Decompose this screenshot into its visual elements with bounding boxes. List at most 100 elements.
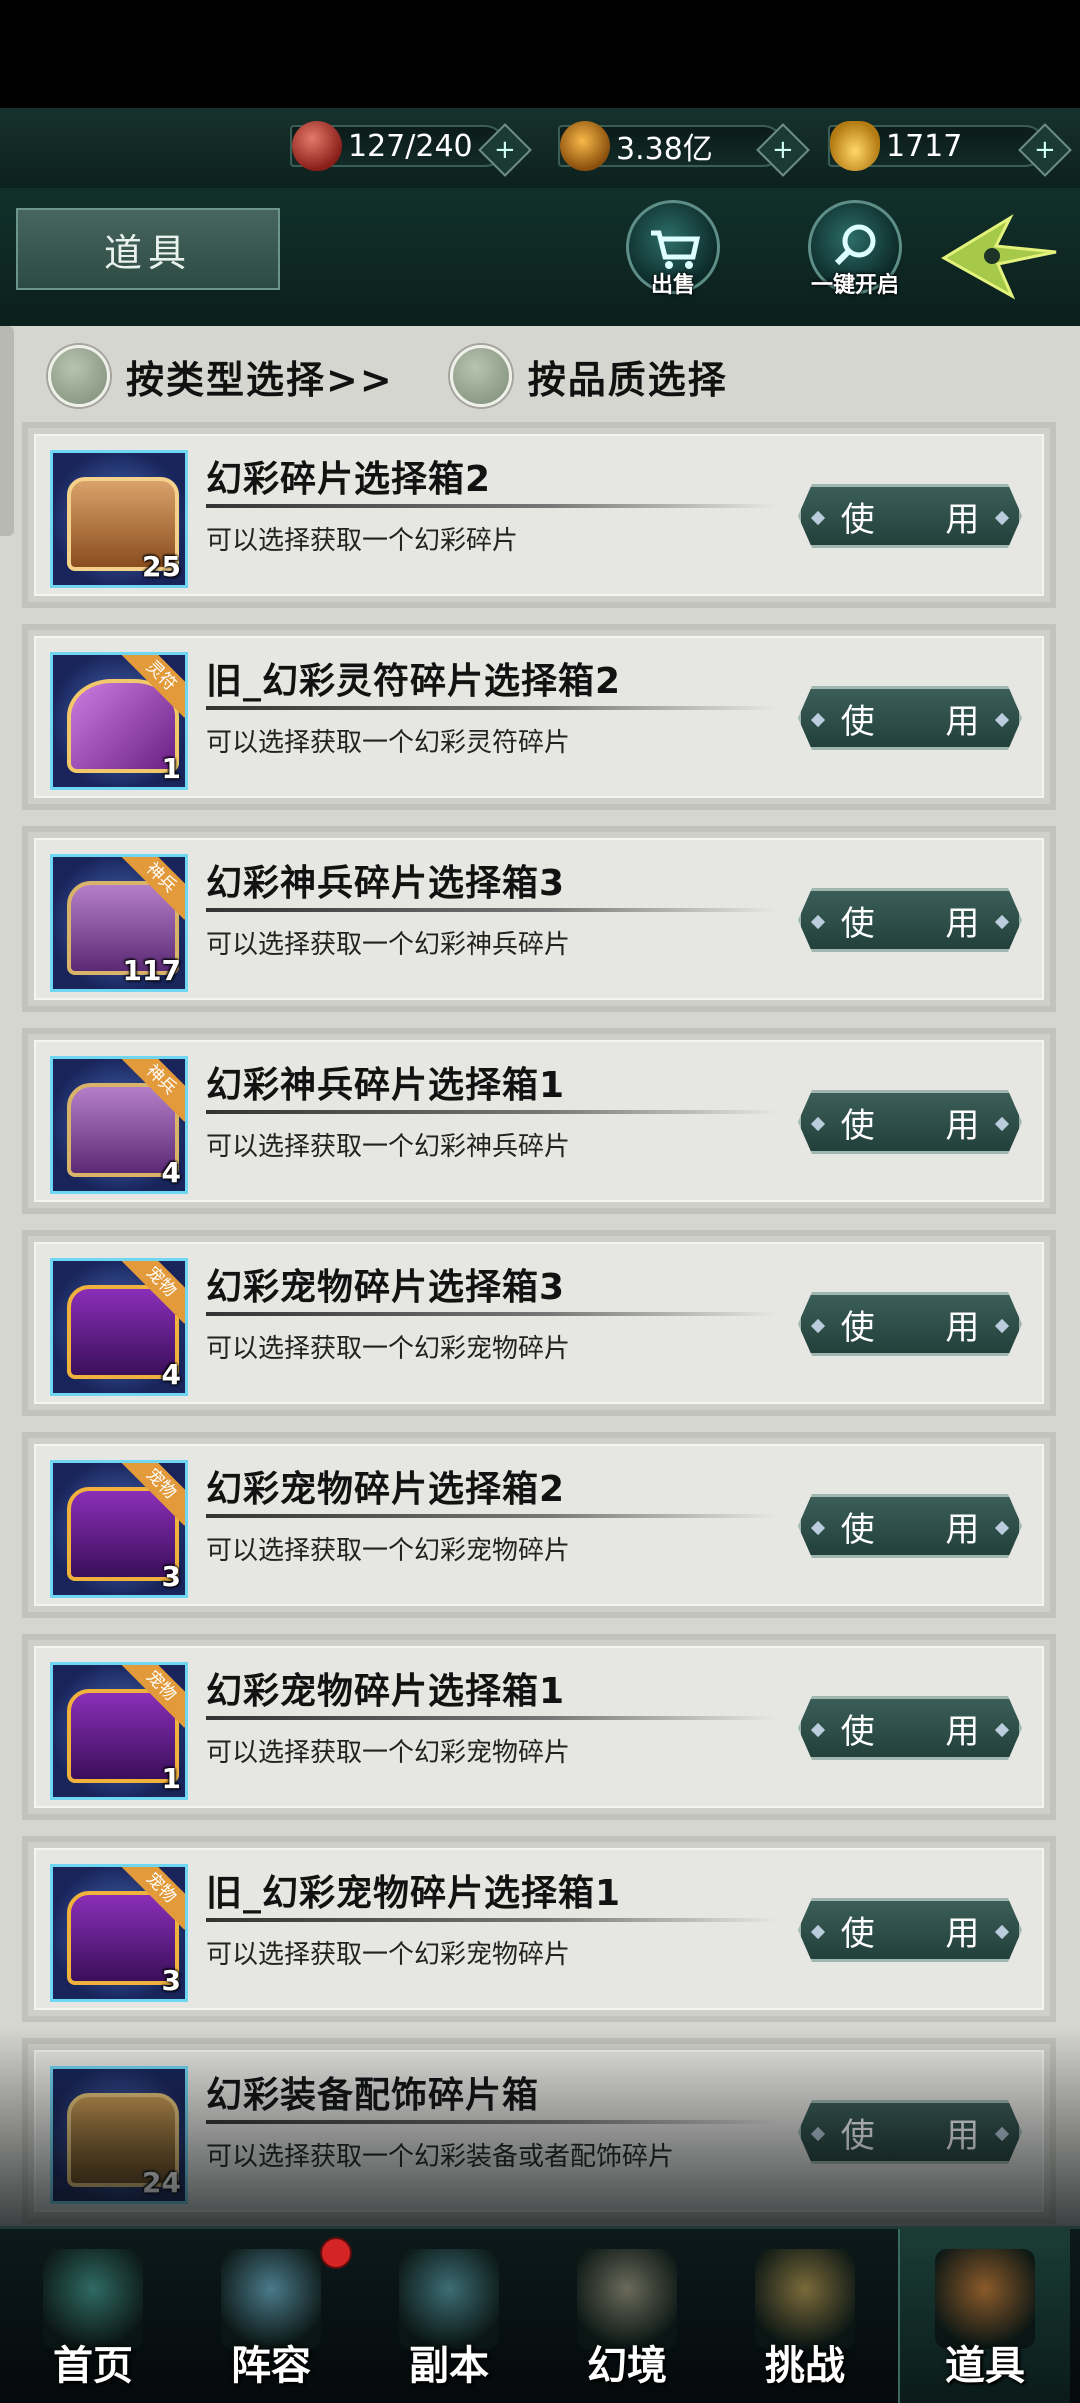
divider <box>206 908 776 912</box>
use-button[interactable]: 使 用 <box>798 1090 1022 1154</box>
radio-icon[interactable] <box>48 345 110 407</box>
bottom-nav: 首页 阵容 副本 幻境 挑战 道具 <box>0 2226 1080 2403</box>
use-button[interactable]: 使 用 <box>798 686 1022 750</box>
divider <box>206 1514 776 1518</box>
item-name: 幻彩神兵碎片选择箱1 <box>206 1065 566 1106</box>
use-button[interactable]: 使 用 <box>798 1898 1022 1962</box>
radio-icon[interactable] <box>449 345 512 407</box>
item-description: 可以选择获取一个幻彩宠物碎片 <box>206 1334 571 1364</box>
filter-by-type[interactable]: 按类型选择>> <box>48 345 394 407</box>
item-count: 117 <box>122 954 181 987</box>
eye-emblem-icon[interactable] <box>940 212 1060 302</box>
item-description: 可以选择获取一个幻彩灵符碎片 <box>206 728 571 758</box>
item-card: 24 幻彩装备配饰碎片箱 可以选择获取一个幻彩装备或者配饰碎片 使 用 <box>34 2050 1044 2212</box>
item-card: 神兵 117 幻彩神兵碎片选择箱3 可以选择获取一个幻彩神兵碎片 使 用 <box>34 838 1044 1000</box>
item-name: 旧_幻彩宠物碎片选择箱1 <box>206 1873 622 1914</box>
divider <box>206 504 776 508</box>
item-card: 25 幻彩碎片选择箱2 可以选择获取一个幻彩碎片 使 用 <box>34 434 1044 596</box>
divider <box>206 2120 776 2124</box>
item-thumbnail[interactable]: 宠物 3 <box>50 1864 188 2002</box>
nav-item[interactable]: 幻境 <box>542 2229 712 2403</box>
nav-label: 副本 <box>409 2343 489 2389</box>
list-item: 宠物 1 幻彩宠物碎片选择箱1 可以选择获取一个幻彩宠物碎片 使 用 <box>22 1634 1056 1820</box>
item-card: 宠物 1 幻彩宠物碎片选择箱1 可以选择获取一个幻彩宠物碎片 使 用 <box>34 1646 1044 1808</box>
list-item: 灵符 1 旧_幻彩灵符碎片选择箱2 可以选择获取一个幻彩灵符碎片 使 用 <box>22 624 1056 810</box>
nav-item[interactable]: 阵容 <box>186 2229 356 2403</box>
item-count: 24 <box>142 2166 181 2199</box>
item-count: 3 <box>161 1560 181 1593</box>
open-all-button[interactable]: 一键开启 <box>808 200 902 298</box>
use-button[interactable]: 使 用 <box>798 1292 1022 1356</box>
item-description: 可以选择获取一个幻彩宠物碎片 <box>206 1940 571 1970</box>
item-thumbnail[interactable]: 神兵 117 <box>50 854 188 992</box>
item-thumbnail[interactable]: 神兵 4 <box>50 1056 188 1194</box>
use-button[interactable]: 使 用 <box>798 1696 1022 1760</box>
add-pearl-button[interactable]: + <box>478 123 532 177</box>
item-card: 宠物 3 幻彩宠物碎片选择箱2 可以选择获取一个幻彩宠物碎片 使 用 <box>34 1444 1044 1606</box>
use-button[interactable]: 使 用 <box>798 2100 1022 2164</box>
resource-pearl-value: 127/240 <box>348 128 473 164</box>
item-thumbnail[interactable]: 灵符 1 <box>50 652 188 790</box>
nav-item[interactable]: 挑战 <box>720 2229 890 2403</box>
ingot-icon <box>830 121 880 171</box>
list-item: 神兵 4 幻彩神兵碎片选择箱1 可以选择获取一个幻彩神兵碎片 使 用 <box>22 1028 1056 1214</box>
open-all-label: 一键开启 <box>810 273 900 298</box>
item-description: 可以选择获取一个幻彩宠物碎片 <box>206 1738 571 1768</box>
item-name: 幻彩宠物碎片选择箱2 <box>206 1469 566 1510</box>
page-header: 道具 出售 一键开启 <box>0 188 1080 326</box>
nav-label: 道具 <box>945 2343 1025 2389</box>
item-count: 1 <box>161 1762 181 1795</box>
divider <box>206 1110 776 1114</box>
resource-coin: 3.38亿 + <box>558 120 810 177</box>
divider <box>206 1312 776 1316</box>
item-thumbnail[interactable]: 宠物 1 <box>50 1662 188 1800</box>
item-list: 25 幻彩碎片选择箱2 可以选择获取一个幻彩碎片 使 用 灵符 1 旧_幻彩灵符… <box>22 422 1056 2226</box>
use-button[interactable]: 使 用 <box>798 888 1022 952</box>
use-button[interactable]: 使 用 <box>798 1494 1022 1558</box>
nav-item[interactable]: 首页 <box>8 2229 178 2403</box>
filter-row: 按类型选择>> 按品质选择 <box>48 338 784 414</box>
list-item: 宠物 4 幻彩宠物碎片选择箱3 可以选择获取一个幻彩宠物碎片 使 用 <box>22 1230 1056 1416</box>
nav-label: 幻境 <box>587 2343 667 2389</box>
list-item: 神兵 117 幻彩神兵碎片选择箱3 可以选择获取一个幻彩神兵碎片 使 用 <box>22 826 1056 1012</box>
item-card: 宠物 3 旧_幻彩宠物碎片选择箱1 可以选择获取一个幻彩宠物碎片 使 用 <box>34 1848 1044 2010</box>
item-name: 幻彩宠物碎片选择箱1 <box>206 1671 566 1712</box>
resource-ingot-value: 1717 <box>886 128 963 164</box>
sell-button[interactable]: 出售 <box>626 200 720 298</box>
status-bar <box>0 0 1080 108</box>
filter-by-quality[interactable]: 按品质选择 <box>449 345 728 407</box>
list-item: 宠物 3 幻彩宠物碎片选择箱2 可以选择获取一个幻彩宠物碎片 使 用 <box>22 1432 1056 1618</box>
item-name: 幻彩碎片选择箱2 <box>206 459 492 500</box>
item-thumbnail[interactable]: 25 <box>50 450 188 588</box>
page-title: 道具 <box>16 208 280 290</box>
nav-item[interactable]: 道具 <box>898 2229 1070 2403</box>
nav-label: 首页 <box>53 2343 133 2389</box>
add-ingot-button[interactable]: + <box>1018 123 1072 177</box>
divider <box>206 1918 776 1922</box>
item-description: 可以选择获取一个幻彩神兵碎片 <box>206 930 571 960</box>
item-count: 3 <box>161 1964 181 1997</box>
list-item: 宠物 3 旧_幻彩宠物碎片选择箱1 可以选择获取一个幻彩宠物碎片 使 用 <box>22 1836 1056 2022</box>
item-thumbnail[interactable]: 宠物 3 <box>50 1460 188 1598</box>
item-name: 幻彩神兵碎片选择箱3 <box>206 863 566 904</box>
resource-bar: 127/240 + 3.38亿 + 1717 + <box>0 108 1080 190</box>
nav-label: 阵容 <box>231 2343 311 2389</box>
item-name: 幻彩装备配饰碎片箱 <box>206 2075 540 2116</box>
scrollbar[interactable] <box>0 326 14 536</box>
use-button[interactable]: 使 用 <box>798 484 1022 548</box>
list-item: 24 幻彩装备配饰碎片箱 可以选择获取一个幻彩装备或者配饰碎片 使 用 <box>22 2038 1056 2224</box>
item-count: 4 <box>161 1156 181 1189</box>
resource-pearl: 127/240 + <box>290 120 532 177</box>
filter-by-quality-label: 按品质选择 <box>527 357 728 402</box>
item-thumbnail[interactable]: 宠物 4 <box>50 1258 188 1396</box>
resource-coin-value: 3.38亿 <box>616 132 713 167</box>
nav-item[interactable]: 副本 <box>364 2229 534 2403</box>
item-card: 宠物 4 幻彩宠物碎片选择箱3 可以选择获取一个幻彩宠物碎片 使 用 <box>34 1242 1044 1404</box>
add-coin-button[interactable]: + <box>756 123 810 177</box>
item-thumbnail[interactable]: 24 <box>50 2066 188 2204</box>
divider <box>206 706 776 710</box>
item-description: 可以选择获取一个幻彩碎片 <box>206 526 519 556</box>
divider <box>206 1716 776 1720</box>
resource-ingot: 1717 + <box>828 120 1072 177</box>
list-item: 25 幻彩碎片选择箱2 可以选择获取一个幻彩碎片 使 用 <box>22 422 1056 608</box>
